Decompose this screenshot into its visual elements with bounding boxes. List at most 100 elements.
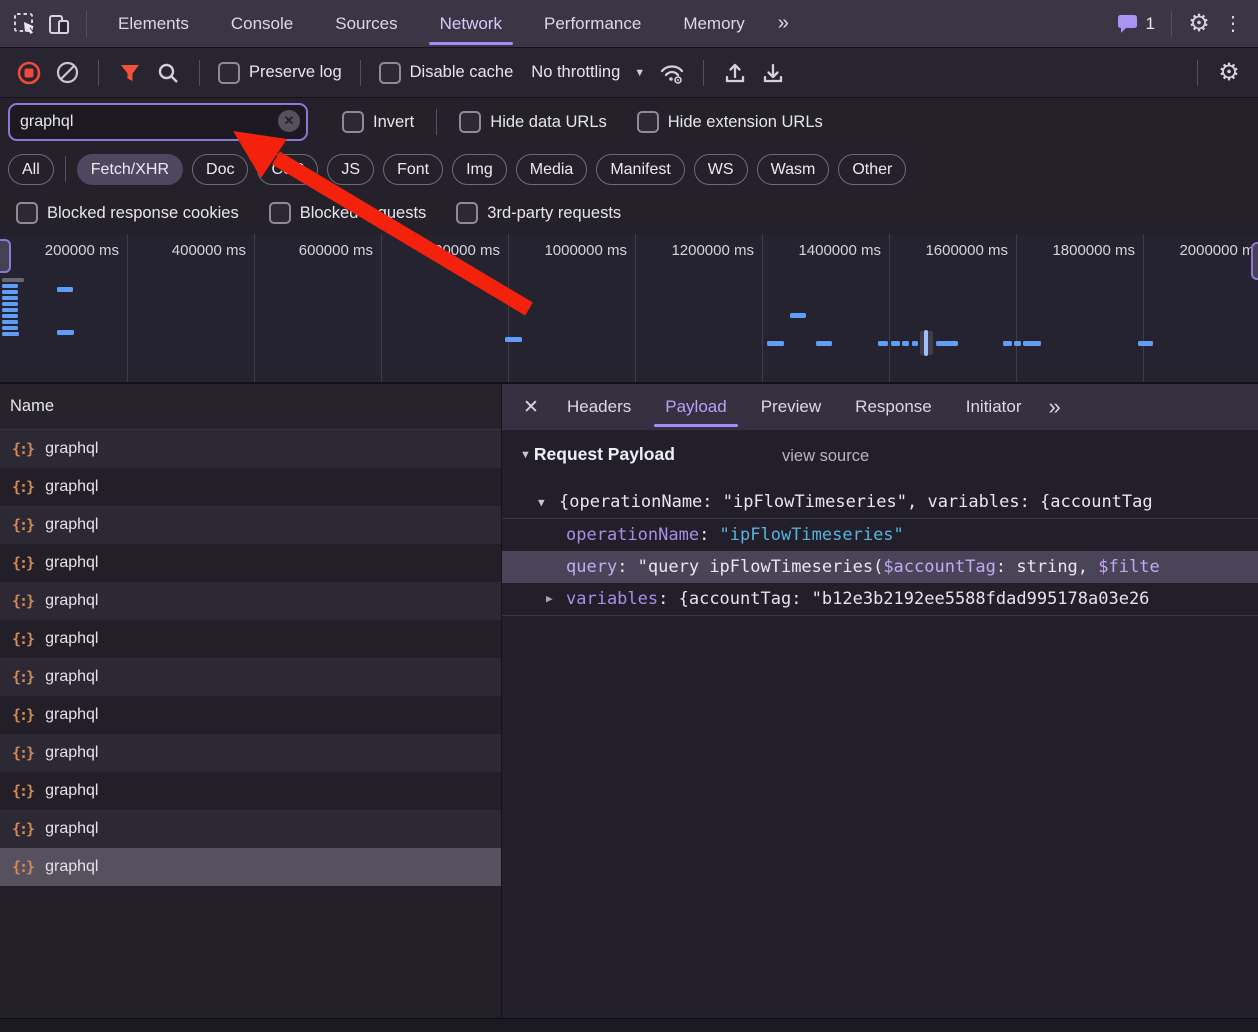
divider <box>1171 11 1172 37</box>
json-value: "query ipFlowTimeseries( <box>638 557 884 577</box>
timeline-gridline <box>127 234 128 382</box>
chip-media[interactable]: Media <box>516 154 588 185</box>
json-braces-icon: {:} <box>12 782 33 800</box>
settings-gear-icon[interactable]: ⚙ <box>1182 7 1216 41</box>
tab-network[interactable]: Network <box>419 0 523 47</box>
more-filters-row: Blocked response cookiesBlocked requests… <box>0 192 1258 234</box>
network-toolbar: Preserve log Disable cache No throttling… <box>0 48 1258 98</box>
search-icon[interactable] <box>151 56 185 90</box>
details-tab-initiator[interactable]: Initiator <box>949 384 1039 430</box>
request-row[interactable]: {:}graphql <box>0 658 501 696</box>
device-toolbar-icon[interactable] <box>42 7 76 41</box>
tab-sources[interactable]: Sources <box>314 0 418 47</box>
devtools-window: ElementsConsoleSourcesNetworkPerformance… <box>0 0 1258 1032</box>
request-row[interactable]: {:}graphql <box>0 544 501 582</box>
chip-ws[interactable]: WS <box>694 154 748 185</box>
request-row[interactable]: {:}graphql <box>0 810 501 848</box>
json-value: : string, <box>996 557 1098 577</box>
chip-img[interactable]: Img <box>452 154 507 185</box>
request-name: graphql <box>45 706 98 724</box>
payload-entry-operationName[interactable]: operationName: "ipFlowTimeseries" <box>502 519 1258 551</box>
chip-all[interactable]: All <box>8 154 54 185</box>
export-har-icon[interactable] <box>756 56 790 90</box>
overview-scroll-handle[interactable] <box>0 239 11 273</box>
timeline-tick-label: 1200000 ms <box>671 242 754 259</box>
clear-network-log-icon[interactable] <box>50 56 84 90</box>
chip-doc[interactable]: Doc <box>192 154 248 185</box>
json-key: query <box>566 557 617 577</box>
filter-row: ✕ Invert Hide data URLs Hide extension U… <box>0 98 1258 146</box>
hide-data-urls-label: Hide data URLs <box>490 113 606 132</box>
waterfall-bar <box>790 313 806 318</box>
timeline-gridline <box>254 234 255 382</box>
payload-entry-query[interactable]: query: "query ipFlowTimeseries($accountT… <box>502 551 1258 583</box>
chip-css[interactable]: CSS <box>257 154 318 185</box>
hide-data-urls-checkbox[interactable] <box>459 111 481 133</box>
name-column-header[interactable]: Name <box>0 384 501 430</box>
hide-extension-urls-checkbox[interactable] <box>637 111 659 133</box>
request-row[interactable]: {:}graphql <box>0 468 501 506</box>
request-payload-section[interactable]: ▼ Request Payload <box>520 444 675 465</box>
tab-performance[interactable]: Performance <box>523 0 662 47</box>
waterfall-bar <box>1023 341 1041 346</box>
collapse-triangle-icon: ▼ <box>520 449 531 461</box>
invert-checkbox[interactable] <box>342 111 364 133</box>
network-conditions-icon[interactable] <box>655 56 689 90</box>
filter-option-label: Blocked response cookies <box>47 204 239 223</box>
disable-cache-checkbox[interactable] <box>379 62 401 84</box>
more-tabs-button[interactable]: » <box>766 0 801 47</box>
request-row[interactable]: {:}graphql <box>0 696 501 734</box>
tab-console[interactable]: Console <box>210 0 314 47</box>
inspect-element-icon[interactable] <box>8 7 42 41</box>
request-row[interactable]: {:}graphql <box>0 582 501 620</box>
request-name: graphql <box>45 744 98 762</box>
chip-font[interactable]: Font <box>383 154 443 185</box>
record-network-log-icon[interactable] <box>12 56 46 90</box>
preserve-log-checkbox[interactable] <box>218 62 240 84</box>
clear-filter-icon[interactable]: ✕ <box>278 110 300 132</box>
kebab-menu-icon[interactable]: ⋮ <box>1216 7 1250 41</box>
blocked-response-cookies-checkbox[interactable] <box>16 202 38 224</box>
expand-triangle-icon[interactable]: ▼ <box>538 488 545 518</box>
chip-wasm[interactable]: Wasm <box>757 154 830 185</box>
waterfall-bar <box>2 326 18 330</box>
import-har-icon[interactable] <box>718 56 752 90</box>
overview-scroll-handle[interactable] <box>1251 242 1258 280</box>
tab-memory[interactable]: Memory <box>662 0 765 47</box>
chip-manifest[interactable]: Manifest <box>596 154 684 185</box>
details-tab-preview[interactable]: Preview <box>744 384 838 430</box>
throttling-dropdown[interactable]: No throttling ▼ <box>531 63 645 82</box>
chip-fetch-xhr[interactable]: Fetch/XHR <box>77 154 183 185</box>
request-row[interactable]: {:}graphql <box>0 506 501 544</box>
details-tab-payload[interactable]: Payload <box>648 384 743 430</box>
request-row[interactable]: {:}graphql <box>0 620 501 658</box>
request-type-chips: All Fetch/XHR Doc CSS JS Font Img Media Manifest… <box>0 146 1258 192</box>
payload-entry-variables[interactable]: ▶variables: {accountTag: "b12e3b2192ee55… <box>502 583 1258 615</box>
details-more-tabs-button[interactable]: » <box>1038 394 1070 420</box>
tab-elements[interactable]: Elements <box>97 0 210 47</box>
details-tab-response[interactable]: Response <box>838 384 949 430</box>
chip-other[interactable]: Other <box>838 154 906 185</box>
view-source-link[interactable]: view source <box>782 447 869 466</box>
request-name: graphql <box>45 592 98 610</box>
network-settings-gear-icon[interactable]: ⚙ <box>1212 56 1246 90</box>
filter-input[interactable] <box>10 113 306 131</box>
network-overview-timeline[interactable]: 200000 ms400000 ms600000 ms800000 ms1000… <box>0 234 1258 384</box>
chip-js[interactable]: JS <box>327 154 374 185</box>
divider <box>86 11 87 37</box>
request-row[interactable]: {:}graphql <box>0 430 501 468</box>
request-row[interactable]: {:}graphql <box>0 734 501 772</box>
filter-funnel-icon[interactable] <box>113 56 147 90</box>
details-tab-headers[interactable]: Headers <box>550 384 648 430</box>
timeline-gridline <box>762 234 763 382</box>
request-row[interactable]: {:}graphql <box>0 848 501 886</box>
issues-counter[interactable]: 1 <box>1117 14 1155 34</box>
devtools-tabbar: ElementsConsoleSourcesNetworkPerformance… <box>0 0 1258 48</box>
3rd-party-requests-checkbox[interactable] <box>456 202 478 224</box>
payload-preview-line[interactable]: ▼ {operationName: "ipFlowTimeseries", va… <box>502 487 1258 517</box>
blocked-requests-checkbox[interactable] <box>269 202 291 224</box>
waterfall-bar <box>2 308 18 312</box>
request-row[interactable]: {:}graphql <box>0 772 501 810</box>
expand-triangle-icon[interactable]: ▶ <box>546 583 553 615</box>
close-details-icon[interactable]: ✕ <box>512 396 550 419</box>
